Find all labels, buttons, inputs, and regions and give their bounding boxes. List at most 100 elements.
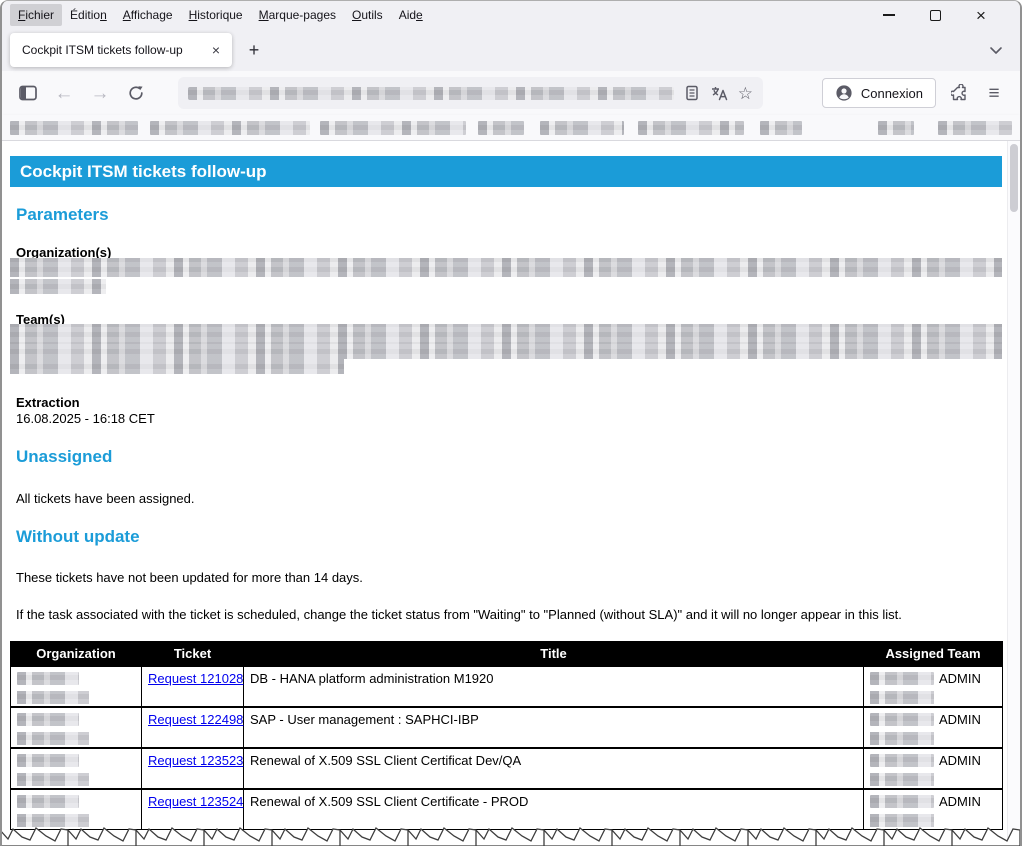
- menu-historique[interactable]: Historique: [181, 4, 251, 26]
- menu-affichage[interactable]: Affichage: [115, 4, 181, 26]
- bookmark-item[interactable]: [540, 121, 624, 135]
- header-organization: Organization: [11, 642, 142, 666]
- organization-redacted: [17, 773, 89, 786]
- minimize-icon: [883, 14, 895, 16]
- team-redacted: [870, 732, 934, 745]
- unassigned-message: All tickets have been assigned.: [16, 491, 195, 506]
- team-suffix: ADMIN: [939, 671, 981, 686]
- app-menu-button[interactable]: ≡: [980, 79, 1008, 107]
- bookmark-item[interactable]: [878, 121, 914, 135]
- header-title: Title: [244, 642, 864, 666]
- navigation-toolbar: ← →: [2, 71, 1020, 115]
- organization-redacted-line-2: [10, 279, 106, 294]
- without-update-heading: Without update: [16, 527, 140, 547]
- team-redacted: [870, 691, 934, 704]
- header-assigned-team: Assigned Team: [864, 642, 1003, 666]
- bookmark-item[interactable]: [938, 121, 1012, 135]
- new-tab-button[interactable]: +: [242, 38, 266, 62]
- ticket-link[interactable]: Request 122498: [148, 712, 243, 727]
- reload-icon: [127, 84, 145, 102]
- maximize-button[interactable]: [912, 3, 958, 27]
- table-header-row: Organization Ticket Title Assigned Team: [11, 642, 1003, 666]
- team-redacted: [870, 754, 934, 767]
- scrollbar-thumb[interactable]: [1010, 144, 1018, 212]
- header-ticket: Ticket: [142, 642, 244, 666]
- tab-cockpit-itsm[interactable]: Cockpit ITSM tickets follow-up ×: [10, 33, 232, 67]
- close-button[interactable]: ×: [958, 3, 1004, 27]
- organization-redacted: [17, 732, 89, 745]
- assigned-team-cell: ADMIN: [864, 707, 1003, 748]
- bookmark-item[interactable]: [320, 121, 466, 135]
- bookmark-item[interactable]: [150, 121, 310, 135]
- vertical-scrollbar[interactable]: [1007, 141, 1020, 846]
- team-redacted: [870, 713, 934, 726]
- ticket-link[interactable]: Request 121028: [148, 671, 243, 686]
- page-content: Cockpit ITSM tickets follow-up Parameter…: [2, 141, 1020, 846]
- ticket-link[interactable]: Request 123523: [148, 753, 243, 768]
- list-all-tabs-button[interactable]: [986, 42, 1006, 60]
- reader-view-button[interactable]: [684, 85, 700, 101]
- window-controls: ×: [866, 3, 1020, 27]
- assigned-team-cell: ADMIN: [864, 666, 1003, 707]
- extraction-label: Extraction: [16, 395, 80, 410]
- organization-cell: [11, 748, 142, 789]
- ticket-cell: Request 122498: [142, 707, 244, 748]
- ticket-cell: Request 123523: [142, 748, 244, 789]
- bookmark-item[interactable]: [10, 121, 138, 135]
- organization-cell: [11, 666, 142, 707]
- bookmark-star-button[interactable]: ☆: [738, 85, 753, 102]
- team-suffix: ADMIN: [939, 712, 981, 727]
- back-button[interactable]: ←: [50, 79, 78, 107]
- extraction-value: 16.08.2025 - 16:18 CET: [16, 411, 155, 426]
- bookmark-item[interactable]: [638, 121, 744, 135]
- tab-close-button[interactable]: ×: [208, 40, 224, 60]
- organization-redacted: [17, 672, 79, 685]
- organization-redacted: [17, 754, 79, 767]
- title-cell: Renewal of X.509 SSL Client Certificat D…: [244, 748, 864, 789]
- translate-button[interactable]: [710, 85, 728, 101]
- url-redacted-text: [188, 87, 674, 100]
- team-redacted: [870, 672, 934, 685]
- sidebar-icon: [18, 84, 38, 102]
- tab-title: Cockpit ITSM tickets follow-up: [22, 43, 208, 57]
- forward-button[interactable]: →: [86, 79, 114, 107]
- reload-button[interactable]: [122, 79, 150, 107]
- organization-redacted-line-1: [10, 258, 1002, 277]
- bookmark-item[interactable]: [478, 121, 524, 135]
- hamburger-icon: ≡: [988, 84, 999, 103]
- menu-marque-pages[interactable]: Marque-pages: [251, 4, 344, 26]
- signin-label: Connexion: [861, 86, 923, 101]
- tickets-table: Organization Ticket Title Assigned Team …: [10, 641, 1003, 830]
- minimize-button[interactable]: [866, 3, 912, 27]
- url-bar[interactable]: ☆: [178, 77, 763, 109]
- forward-icon: →: [91, 84, 110, 103]
- organization-redacted: [17, 795, 79, 808]
- table-row: Request 121028 DB - HANA platform admini…: [11, 666, 1003, 707]
- extensions-button[interactable]: [946, 79, 974, 107]
- team-suffix: ADMIN: [939, 794, 981, 809]
- signin-button[interactable]: Connexion: [822, 78, 936, 108]
- team-redacted-line-2: [10, 342, 1002, 359]
- menu-outils[interactable]: Outils: [344, 4, 391, 26]
- bookmarks-toolbar: [2, 115, 1020, 141]
- ticket-link[interactable]: Request 123524: [148, 794, 243, 809]
- puzzle-icon: [951, 84, 969, 102]
- organization-redacted: [17, 713, 79, 726]
- team-redacted: [870, 795, 934, 808]
- sidebar-toggle-button[interactable]: [14, 79, 42, 107]
- menu-edition[interactable]: Édition: [62, 4, 115, 26]
- page-title: Cockpit ITSM tickets follow-up: [10, 156, 1002, 187]
- title-cell: SAP - User management : SAPHCI-IBP: [244, 707, 864, 748]
- team-redacted: [870, 773, 934, 786]
- unassigned-heading: Unassigned: [16, 447, 112, 467]
- maximize-icon: [930, 10, 941, 21]
- menu-fichier[interactable]: Fichier: [10, 4, 62, 26]
- menu-aide[interactable]: Aide: [391, 4, 431, 26]
- bookmark-item[interactable]: [760, 121, 802, 135]
- team-redacted-line-3: [10, 359, 344, 374]
- close-icon: ×: [976, 7, 986, 24]
- table-row: Request 123523 Renewal of X.509 SSL Clie…: [11, 748, 1003, 789]
- without-update-note: If the task associated with the ticket i…: [16, 607, 902, 622]
- ticket-cell: Request 121028: [142, 666, 244, 707]
- chevron-down-icon: [986, 42, 1006, 60]
